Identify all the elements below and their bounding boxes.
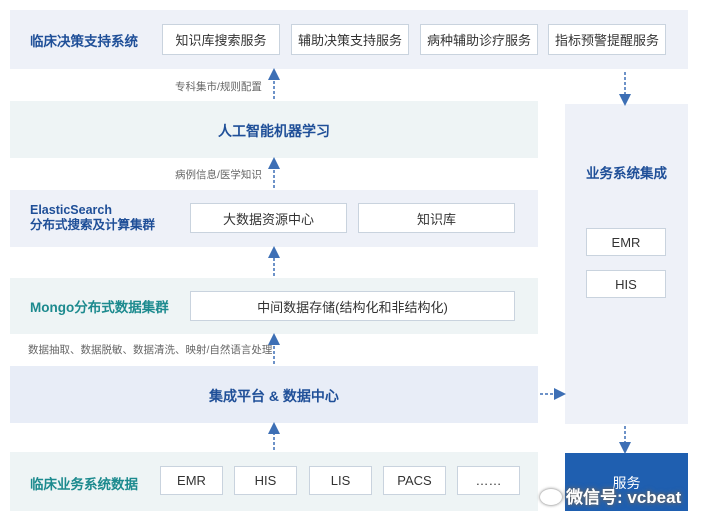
watermark-text: 微信号: vcbeat (566, 488, 682, 507)
wechat-watermark: 微信号: vcbeat (540, 483, 681, 508)
connector-arrows (268, 68, 631, 454)
wechat-icon (540, 489, 562, 505)
